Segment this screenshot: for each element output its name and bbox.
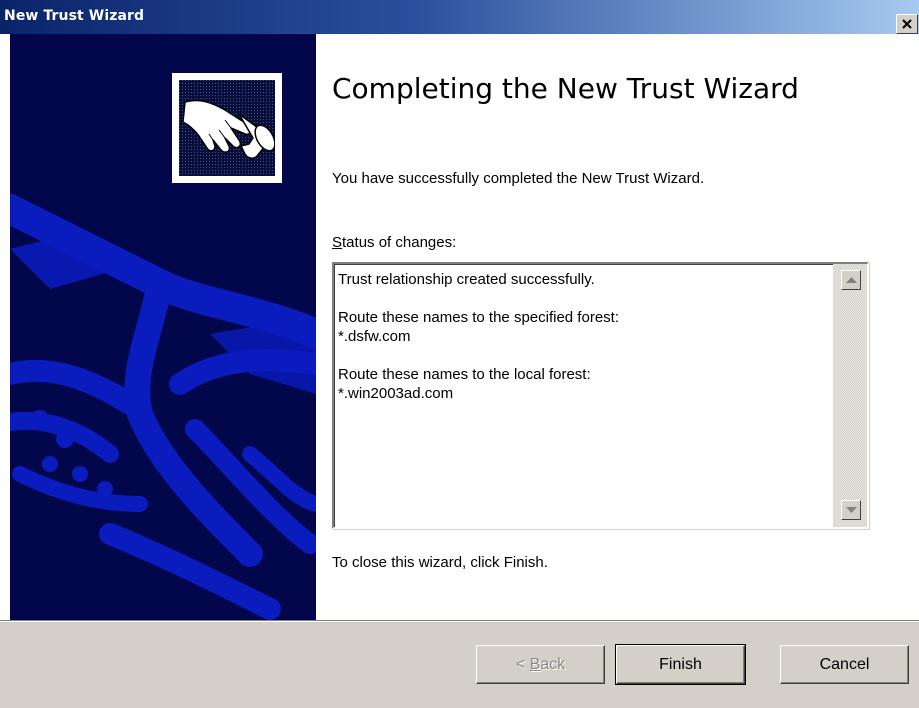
title-bar[interactable]: New Trust Wizard xyxy=(0,0,919,34)
scroll-up-button[interactable] xyxy=(841,270,861,290)
status-label-accelerator: S xyxy=(332,234,343,251)
window-title: New Trust Wizard xyxy=(4,8,145,24)
finish-button[interactable]: Finish xyxy=(615,644,746,685)
back-button[interactable]: < Back xyxy=(476,645,605,684)
new-trust-wizard-window: New Trust Wizard Completing the New Trus… xyxy=(0,0,919,708)
status-of-changes-label: Status of changes: xyxy=(332,234,456,251)
wizard-side-panel xyxy=(10,34,316,620)
vertical-scrollbar[interactable] xyxy=(833,264,867,527)
arrow-up-icon xyxy=(846,277,857,283)
close-icon xyxy=(902,19,912,29)
button-bar: < Back Finish Cancel xyxy=(0,620,919,708)
completion-message: You have successfully completed the New … xyxy=(332,170,705,187)
page-title: Completing the New Trust Wizard xyxy=(332,72,799,105)
back-button-accelerator: B xyxy=(529,656,541,673)
status-of-changes-textbox[interactable]: Trust relationship created successfully.… xyxy=(332,262,869,529)
status-label-text: tatus of changes: xyxy=(342,234,457,251)
back-button-label: ack xyxy=(540,656,566,673)
close-instructions: To close this wizard, click Finish. xyxy=(332,554,548,571)
scroll-down-button[interactable] xyxy=(841,500,861,520)
back-button-prefix: < xyxy=(515,656,530,673)
wizard-icon-frame xyxy=(172,73,282,183)
cancel-button[interactable]: Cancel xyxy=(780,645,909,684)
handshake-icon xyxy=(179,80,275,176)
status-text[interactable]: Trust relationship created successfully.… xyxy=(338,270,828,403)
arrow-down-icon xyxy=(846,507,857,513)
close-button[interactable] xyxy=(896,14,918,34)
